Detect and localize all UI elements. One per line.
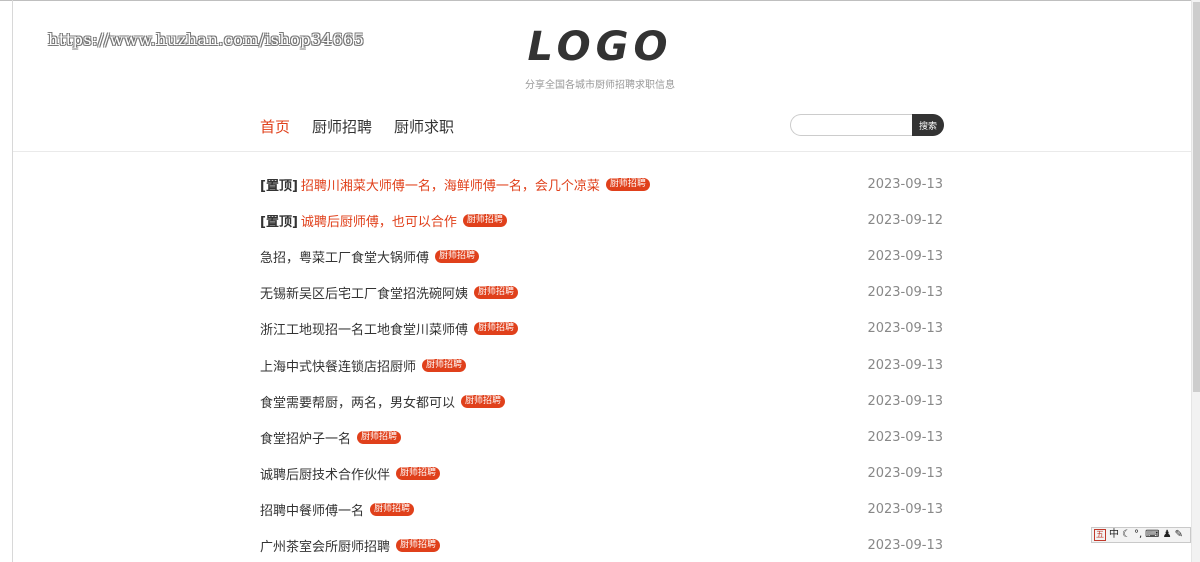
search-input[interactable]: [790, 114, 912, 136]
list-item: 浙江工地现招一名工地食堂川菜师傅 厨师招聘 2023-09-13: [260, 311, 943, 347]
list-item-main: 上海中式快餐连锁店招厨师 厨师招聘: [260, 356, 467, 375]
post-date: 2023-09-13: [867, 429, 943, 445]
list-item: 广州茶室会所厨师招聘 厨师招聘 2023-09-13: [260, 528, 943, 562]
category-badge[interactable]: 厨师招聘: [396, 539, 441, 553]
post-title-link[interactable]: 广州茶室会所厨师招聘: [260, 536, 390, 555]
user-icon[interactable]: ♟: [1163, 528, 1172, 542]
post-date: 2023-09-13: [867, 393, 943, 409]
keyboard-icon[interactable]: ⌨: [1145, 528, 1159, 542]
ime-toolbar[interactable]: 五 中 ☾ °, ⌨ ♟ ✎: [1091, 527, 1191, 543]
list-item: 急招，粤菜工厂食堂大锅师傅 厨师招聘 2023-09-13: [260, 238, 943, 274]
post-title-link[interactable]: 浙江工地现招一名工地食堂川菜师傅: [260, 319, 468, 338]
list-item-main: [置顶] 诚聘后厨师傅，也可以合作 厨师招聘: [260, 211, 507, 230]
list-item-main: 食堂招炉子一名 厨师招聘: [260, 428, 402, 447]
ime-mode-label[interactable]: 中: [1109, 528, 1119, 542]
post-date: 2023-09-12: [867, 212, 943, 228]
window-top-border: [0, 0, 1200, 1]
list-item-main: 食堂需要帮厨，两名，男女都可以 厨师招聘: [260, 392, 506, 411]
list-item: 上海中式快餐连锁店招厨师 厨师招聘 2023-09-13: [260, 347, 943, 383]
category-badge[interactable]: 厨师招聘: [357, 430, 402, 444]
search-box: 搜索: [790, 114, 944, 136]
list-item-main: 诚聘后厨技术合作伙伴 厨师招聘: [260, 464, 441, 483]
category-badge[interactable]: 厨师招聘: [605, 177, 650, 191]
post-date: 2023-09-13: [867, 176, 943, 192]
post-title-link[interactable]: 上海中式快餐连锁店招厨师: [260, 356, 416, 375]
post-title-link[interactable]: 无锡新吴区后宅工厂食堂招洗碗阿姨: [260, 283, 468, 302]
nav-item-home[interactable]: 首页: [260, 116, 290, 137]
list-item-main: 浙江工地现招一名工地食堂川菜师傅 厨师招聘: [260, 319, 519, 338]
category-badge[interactable]: 厨师招聘: [422, 358, 467, 372]
category-badge[interactable]: 厨师招聘: [474, 322, 519, 336]
ime-punct-label[interactable]: °,: [1134, 528, 1142, 542]
list-item: [置顶] 诚聘后厨师傅，也可以合作 厨师招聘 2023-09-12: [260, 202, 943, 238]
post-date: 2023-09-13: [867, 538, 943, 554]
post-date: 2023-09-13: [867, 321, 943, 337]
wrench-icon[interactable]: ✎: [1175, 528, 1183, 542]
header-divider: [13, 151, 1191, 152]
vertical-scrollbar[interactable]: [1191, 0, 1200, 562]
post-date: 2023-09-13: [867, 248, 943, 264]
list-item-main: 急招，粤菜工厂食堂大锅师傅 厨师招聘: [260, 247, 480, 266]
list-item: 诚聘后厨技术合作伙伴 厨师招聘 2023-09-13: [260, 456, 943, 492]
ime-logo-icon[interactable]: 五: [1094, 529, 1106, 541]
site-logo[interactable]: LOGO: [0, 24, 1200, 70]
list-item: 食堂招炉子一名 厨师招聘 2023-09-13: [260, 419, 943, 455]
nav-item-chef-job-seeking[interactable]: 厨师求职: [394, 116, 454, 137]
list-item-main: [置顶] 招聘川湘菜大师傅一名，海鲜师傅一名，会几个凉菜 厨师招聘: [260, 175, 650, 194]
pinned-label: [置顶]: [260, 214, 298, 230]
category-badge[interactable]: 厨师招聘: [474, 286, 519, 300]
post-date: 2023-09-13: [867, 357, 943, 373]
list-item: 无锡新吴区后宅工厂食堂招洗碗阿姨 厨师招聘 2023-09-13: [260, 275, 943, 311]
post-title-link[interactable]: 诚聘后厨技术合作伙伴: [260, 464, 390, 483]
nav-item-chef-recruitment[interactable]: 厨师招聘: [312, 116, 372, 137]
list-item: 招聘中餐师傅一名 厨师招聘 2023-09-13: [260, 492, 943, 528]
category-badge[interactable]: 厨师招聘: [396, 467, 441, 481]
post-title-link[interactable]: 招聘川湘菜大师傅一名，海鲜师傅一名，会几个凉菜: [301, 175, 600, 194]
main-nav: 首页 厨师招聘 厨师求职: [260, 116, 454, 137]
post-title-link[interactable]: 急招，粤菜工厂食堂大锅师傅: [260, 247, 429, 266]
list-item-main: 无锡新吴区后宅工厂食堂招洗碗阿姨 厨师招聘: [260, 283, 519, 302]
post-title-link[interactable]: 食堂需要帮厨，两名，男女都可以: [260, 392, 455, 411]
post-date: 2023-09-13: [867, 466, 943, 482]
category-badge[interactable]: 厨师招聘: [370, 503, 415, 517]
category-badge[interactable]: 厨师招聘: [461, 394, 506, 408]
pinned-label: [置顶]: [260, 178, 298, 194]
list-item: 食堂需要帮厨，两名，男女都可以 厨师招聘 2023-09-13: [260, 383, 943, 419]
post-title-link[interactable]: 食堂招炉子一名: [260, 428, 351, 447]
scrollbar-thumb[interactable]: [1193, 2, 1200, 392]
category-badge[interactable]: 厨师招聘: [435, 249, 480, 263]
list-item-main: 广州茶室会所厨师招聘 厨师招聘: [260, 536, 441, 555]
search-button[interactable]: 搜索: [912, 114, 944, 136]
post-title-link[interactable]: 诚聘后厨师傅，也可以合作: [301, 211, 457, 230]
post-list: [置顶] 招聘川湘菜大师傅一名，海鲜师傅一名，会几个凉菜 厨师招聘 2023-09-1…: [260, 166, 943, 562]
post-date: 2023-09-13: [867, 285, 943, 301]
list-item-main: 招聘中餐师傅一名 厨师招聘: [260, 500, 415, 519]
site-tagline: 分享全国各城市厨师招聘求职信息: [525, 80, 675, 91]
post-date: 2023-09-13: [867, 502, 943, 518]
list-item: [置顶] 招聘川湘菜大师傅一名，海鲜师傅一名，会几个凉菜 厨师招聘 2023-09-1…: [260, 166, 943, 202]
moon-icon[interactable]: ☾: [1122, 528, 1131, 542]
category-badge[interactable]: 厨师招聘: [462, 213, 507, 227]
post-title-link[interactable]: 招聘中餐师傅一名: [260, 500, 364, 519]
